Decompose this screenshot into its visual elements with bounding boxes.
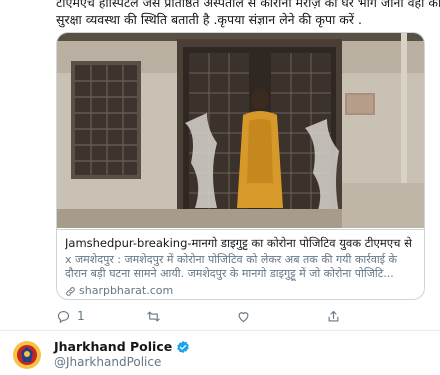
- author-name-row[interactable]: Jharkhand Police: [54, 339, 190, 354]
- tweet-text-line-2: सुरक्षा व्यवस्था की स्थिति बताती है .कृप…: [56, 12, 362, 27]
- next-tweet-header: Jharkhand Police @JharkhandPolice: [0, 334, 440, 375]
- share-button[interactable]: [326, 309, 416, 324]
- link-icon: [66, 286, 75, 296]
- card-image[interactable]: [57, 33, 424, 228]
- avatar[interactable]: [10, 338, 44, 372]
- retweet-icon: [147, 311, 160, 321]
- card-photo: [57, 33, 424, 228]
- card-title: Jamshedpur-breaking-मानगो डाइगुट्टू का क…: [65, 236, 416, 250]
- police-emblem-icon: [10, 338, 44, 372]
- heart-icon: [238, 311, 249, 322]
- card-domain-row: sharpbharat.com: [65, 284, 416, 298]
- reply-icon: [57, 310, 70, 323]
- tweet-divider: [0, 330, 440, 331]
- card-body[interactable]: Jamshedpur-breaking-मानगो डाइगुट्टू का क…: [57, 229, 424, 299]
- handle[interactable]: @JharkhandPolice: [54, 355, 161, 369]
- tweet-actions: 1: [56, 306, 440, 326]
- tweet-text-line-1: टीएमएच हॉस्पिटल जैसे प्रतिष्ठित अस्पताल …: [56, 0, 440, 10]
- share-icon: [328, 310, 339, 321]
- reply-button[interactable]: 1: [56, 309, 146, 324]
- display-name[interactable]: Jharkhand Police: [54, 339, 172, 354]
- card-domain: sharpbharat.com: [79, 284, 174, 297]
- retweet-button[interactable]: [146, 309, 236, 324]
- like-button[interactable]: [236, 309, 326, 324]
- reply-count: 1: [77, 309, 85, 323]
- verified-badge-icon: [177, 340, 189, 353]
- link-preview-card[interactable]: Jamshedpur-breaking-मानगो डाइगुट्टू का क…: [56, 32, 425, 300]
- card-description: x जमशेदपुर : जमशेदपुर में कोरोना पोजिटिव…: [65, 253, 398, 280]
